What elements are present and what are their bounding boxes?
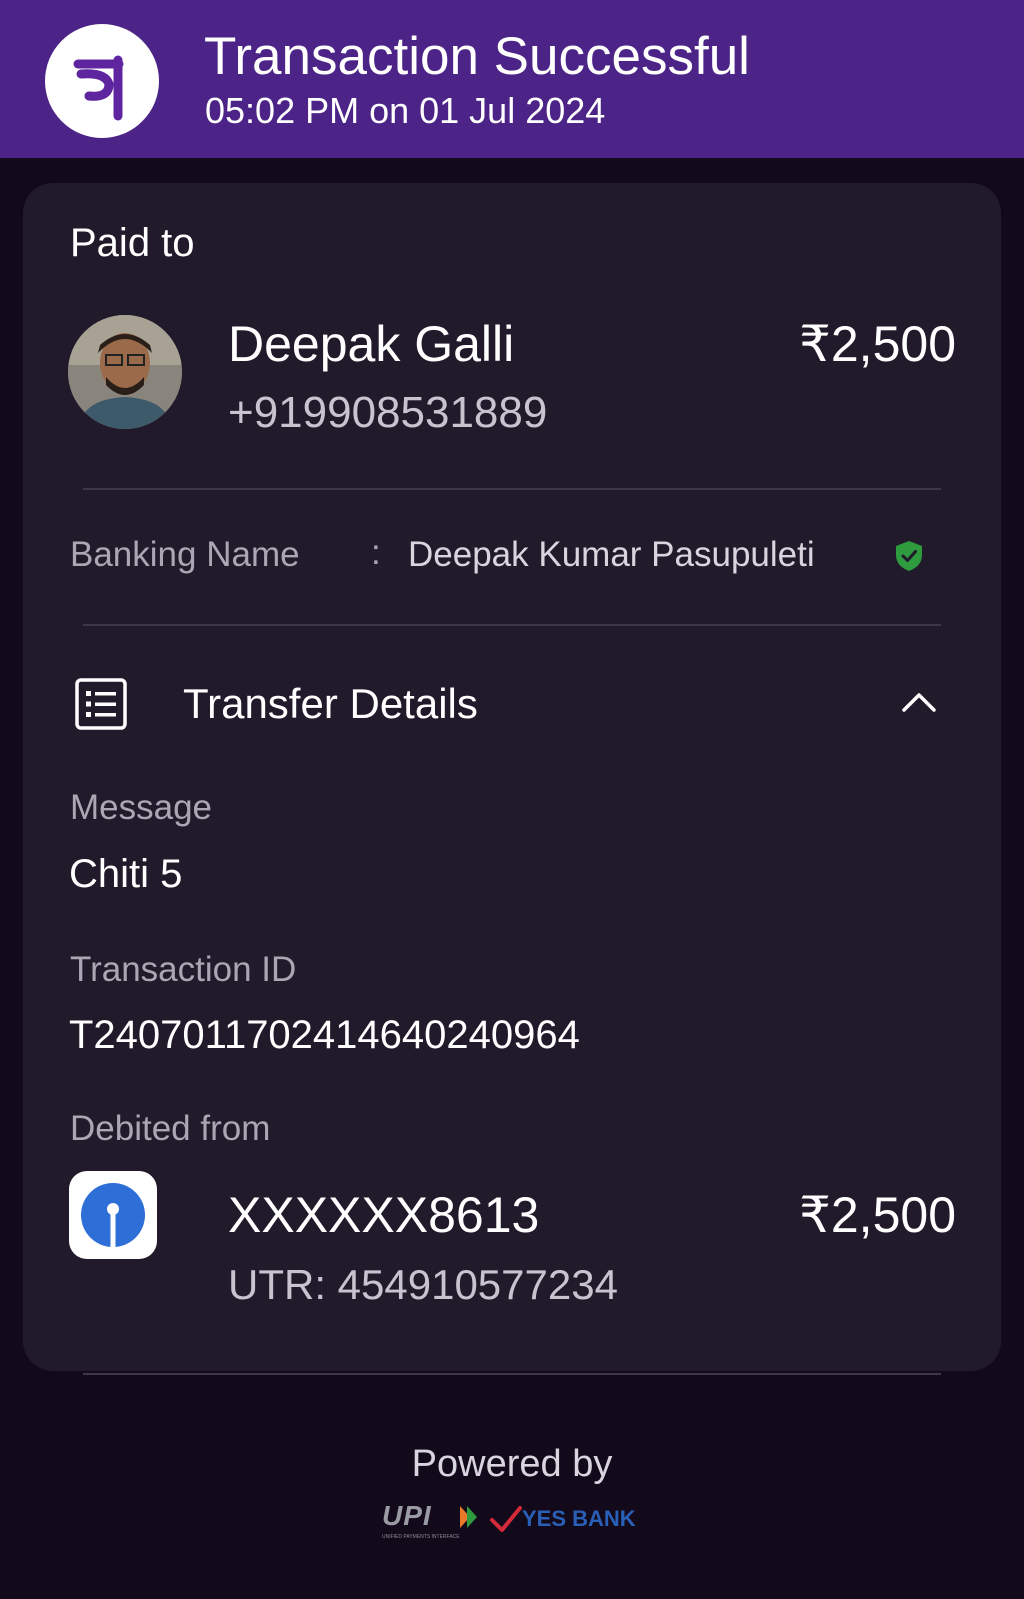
debit-account-number: XXXXXX8613 (228, 1187, 540, 1243)
status-header: Transaction Successful 05:02 PM on 01 Ju… (0, 0, 1024, 158)
transaction-id-label: Transaction ID (70, 950, 297, 989)
transaction-status-title: Transaction Successful (204, 27, 750, 86)
divider (83, 624, 941, 626)
sbi-bank-logo (69, 1171, 157, 1259)
payee-name: Deepak Galli (228, 316, 515, 372)
banking-name-value: Deepak Kumar Pasupuleti (408, 535, 815, 574)
divider (83, 488, 941, 490)
chevron-up-icon[interactable] (901, 691, 937, 718)
transfer-details-title[interactable]: Transfer Details (183, 680, 478, 728)
phonepe-logo (45, 24, 159, 138)
avatar[interactable] (68, 315, 182, 429)
upi-logo: UPI (382, 1500, 432, 1531)
divider (83, 1373, 941, 1375)
transaction-card: Paid to Deepak Galli +919908531889 ₹2,50… (23, 183, 1001, 1371)
verified-shield-icon (895, 540, 923, 577)
debited-from-label: Debited from (70, 1109, 271, 1148)
debited-amount: ₹2,500 (799, 1187, 956, 1243)
banking-name-separator: : (371, 533, 381, 572)
transaction-id-value[interactable]: T2407011702414640240964 (69, 1013, 580, 1058)
phonepe-logo-glyph (73, 55, 124, 121)
banking-name-label: Banking Name (70, 535, 300, 574)
avatar-photo (68, 315, 182, 429)
message-label: Message (70, 788, 213, 827)
message-value: Chiti 5 (69, 852, 183, 896)
powered-by-label: Powered by (411, 1443, 613, 1485)
upi-arrow-icon (460, 1506, 477, 1528)
paid-to-label: Paid to (70, 221, 195, 265)
yes-bank-logo: YES BANK (522, 1506, 636, 1531)
upi-tagline: UNIFIED PAYMENTS INTERFACE (382, 1534, 460, 1540)
paid-amount: ₹2,500 (799, 316, 956, 372)
transfer-details-list-icon (75, 678, 127, 735)
utr-number[interactable]: UTR: 454910577234 (228, 1261, 618, 1309)
yes-bank-check-icon (490, 1506, 522, 1532)
payee-phone: +919908531889 (228, 388, 548, 437)
transaction-datetime: 05:02 PM on 01 Jul 2024 (205, 90, 606, 131)
